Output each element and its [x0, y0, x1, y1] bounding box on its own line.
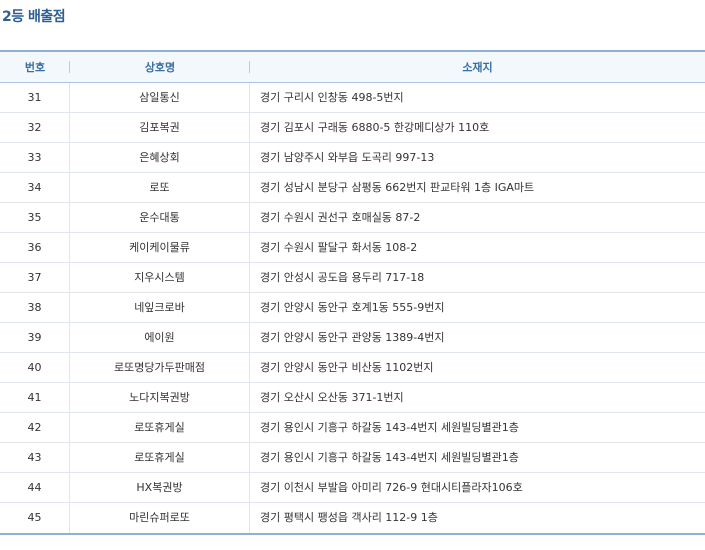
row-number: 38	[0, 292, 70, 323]
row-number: 45	[0, 503, 70, 533]
row-store-name: 운수대통	[70, 202, 250, 233]
table-row: 41 노다지복권방 경기 오산시 오산동 371-1번지	[0, 382, 705, 413]
table-header: 번호 상호명 소재지	[0, 52, 705, 83]
row-number: 42	[0, 412, 70, 443]
table-row: 37 지우시스템 경기 안성시 공도읍 용두리 717-18	[0, 262, 705, 293]
row-address: 경기 김포시 구래동 6880-5 한강메디상가 110호	[260, 120, 490, 134]
header-name-label: 상호명	[144, 61, 176, 74]
table-body: 31 삼일통신 경기 구리시 인창동 498-5번지 32 김포복권 경기 김포시 구래동…	[0, 82, 705, 533]
table-row: 43 로또휴게실 경기 용인시 기흥구 하갈동 143-4번지 세원빌딩별관1층	[0, 442, 705, 473]
table-row: 39 에이원 경기 안양시 동안구 관양동 1389-4번지	[0, 322, 705, 353]
row-store-name: 에이원	[70, 322, 250, 353]
row-store-name: HX복권방	[70, 472, 250, 503]
row-number: 36	[0, 232, 70, 263]
row-address: 경기 성남시 분당구 삼평동 662번지 판교타워 1층 IGA마트	[260, 180, 535, 194]
header-address-label: 소재지	[462, 61, 493, 74]
row-store-name: 김포복권	[70, 112, 250, 143]
row-number: 43	[0, 442, 70, 473]
row-store-name: 케이케이물류	[70, 232, 250, 263]
row-store-name: 로또휴게실	[70, 412, 250, 443]
row-number: 39	[0, 322, 70, 353]
page-title: 2등 배출점	[2, 9, 66, 25]
row-store-name: 마린슈퍼로또	[70, 503, 250, 533]
table-row: 44 HX복권방 경기 이천시 부발읍 아미리 726-9 현대시티플라자106호	[0, 472, 705, 503]
row-number: 41	[0, 382, 70, 413]
header-number-label: 번호	[24, 61, 46, 74]
row-store-name: 지우시스템	[70, 262, 250, 293]
header-name: 상호명	[70, 59, 250, 75]
row-address: 경기 수원시 권선구 호매실동 87-2	[260, 210, 421, 224]
table-row: 38 네잎크로바 경기 안양시 동안구 호계1동 555-9번지	[0, 292, 705, 323]
row-address: 경기 오산시 오산동 371-1번지	[260, 390, 404, 404]
row-store-name: 노다지복권방	[70, 382, 250, 413]
table-row: 42 로또휴게실 경기 용인시 기흥구 하갈동 143-4번지 세원빌딩별관1층	[0, 412, 705, 443]
row-address: 경기 구리시 인창동 498-5번지	[260, 90, 404, 104]
row-store-name: 삼일통신	[70, 82, 250, 113]
row-address: 경기 안양시 동안구 관양동 1389-4번지	[260, 330, 445, 344]
table-row: 40 로또명당가두판매점 경기 안양시 동안구 비산동 1102번지	[0, 352, 705, 383]
row-store-name: 로또	[70, 172, 250, 203]
row-store-name: 로또휴게실	[70, 442, 250, 473]
table-row: 33 은혜상회 경기 남양주시 와부읍 도곡리 997-13	[0, 142, 705, 173]
row-number: 34	[0, 172, 70, 203]
table-row: 32 김포복권 경기 김포시 구래동 6880-5 한강메디상가 110호	[0, 112, 705, 143]
header-address: 소재지	[250, 59, 705, 75]
row-number: 31	[0, 82, 70, 113]
row-address: 경기 용인시 기흥구 하갈동 143-4번지 세원빌딩별관1층	[260, 450, 519, 464]
row-number: 37	[0, 262, 70, 293]
row-number: 35	[0, 202, 70, 233]
row-number: 33	[0, 142, 70, 173]
table-row: 45 마린슈퍼로또 경기 평택시 팽성읍 객사리 112-9 1층	[0, 503, 705, 533]
row-number: 32	[0, 112, 70, 143]
table-row: 35 운수대통 경기 수원시 권선구 호매실동 87-2	[0, 202, 705, 233]
row-address: 경기 용인시 기흥구 하갈동 143-4번지 세원빌딩별관1층	[260, 420, 519, 434]
row-number: 40	[0, 352, 70, 383]
row-address: 경기 수원시 팔달구 화서동 108-2	[260, 240, 418, 254]
row-address: 경기 안양시 동안구 비산동 1102번지	[260, 360, 434, 374]
row-address: 경기 안성시 공도읍 용두리 717-18	[260, 270, 425, 284]
row-address: 경기 남양주시 와부읍 도곡리 997-13	[260, 150, 435, 164]
header-number: 번호	[0, 59, 70, 75]
row-address: 경기 평택시 팽성읍 객사리 112-9 1층	[260, 511, 438, 524]
row-address: 경기 이천시 부발읍 아미리 726-9 현대시티플라자106호	[260, 480, 523, 494]
table-row: 36 케이케이물류 경기 수원시 팔달구 화서동 108-2	[0, 232, 705, 263]
row-address: 경기 안양시 동안구 호계1동 555-9번지	[260, 300, 445, 314]
table-row: 31 삼일통신 경기 구리시 인창동 498-5번지	[0, 82, 705, 113]
row-store-name: 은혜상회	[70, 142, 250, 173]
row-number: 44	[0, 472, 70, 503]
table-row: 34 로또 경기 성남시 분당구 삼평동 662번지 판교타워 1층 IGA마트	[0, 172, 705, 203]
row-store-name: 로또명당가두판매점	[70, 352, 250, 383]
store-table: 번호 상호명 소재지 31 삼일통신 경기 구리시 인창동 498-5번지 32 김포복…	[0, 50, 705, 535]
row-store-name: 네잎크로바	[70, 292, 250, 323]
